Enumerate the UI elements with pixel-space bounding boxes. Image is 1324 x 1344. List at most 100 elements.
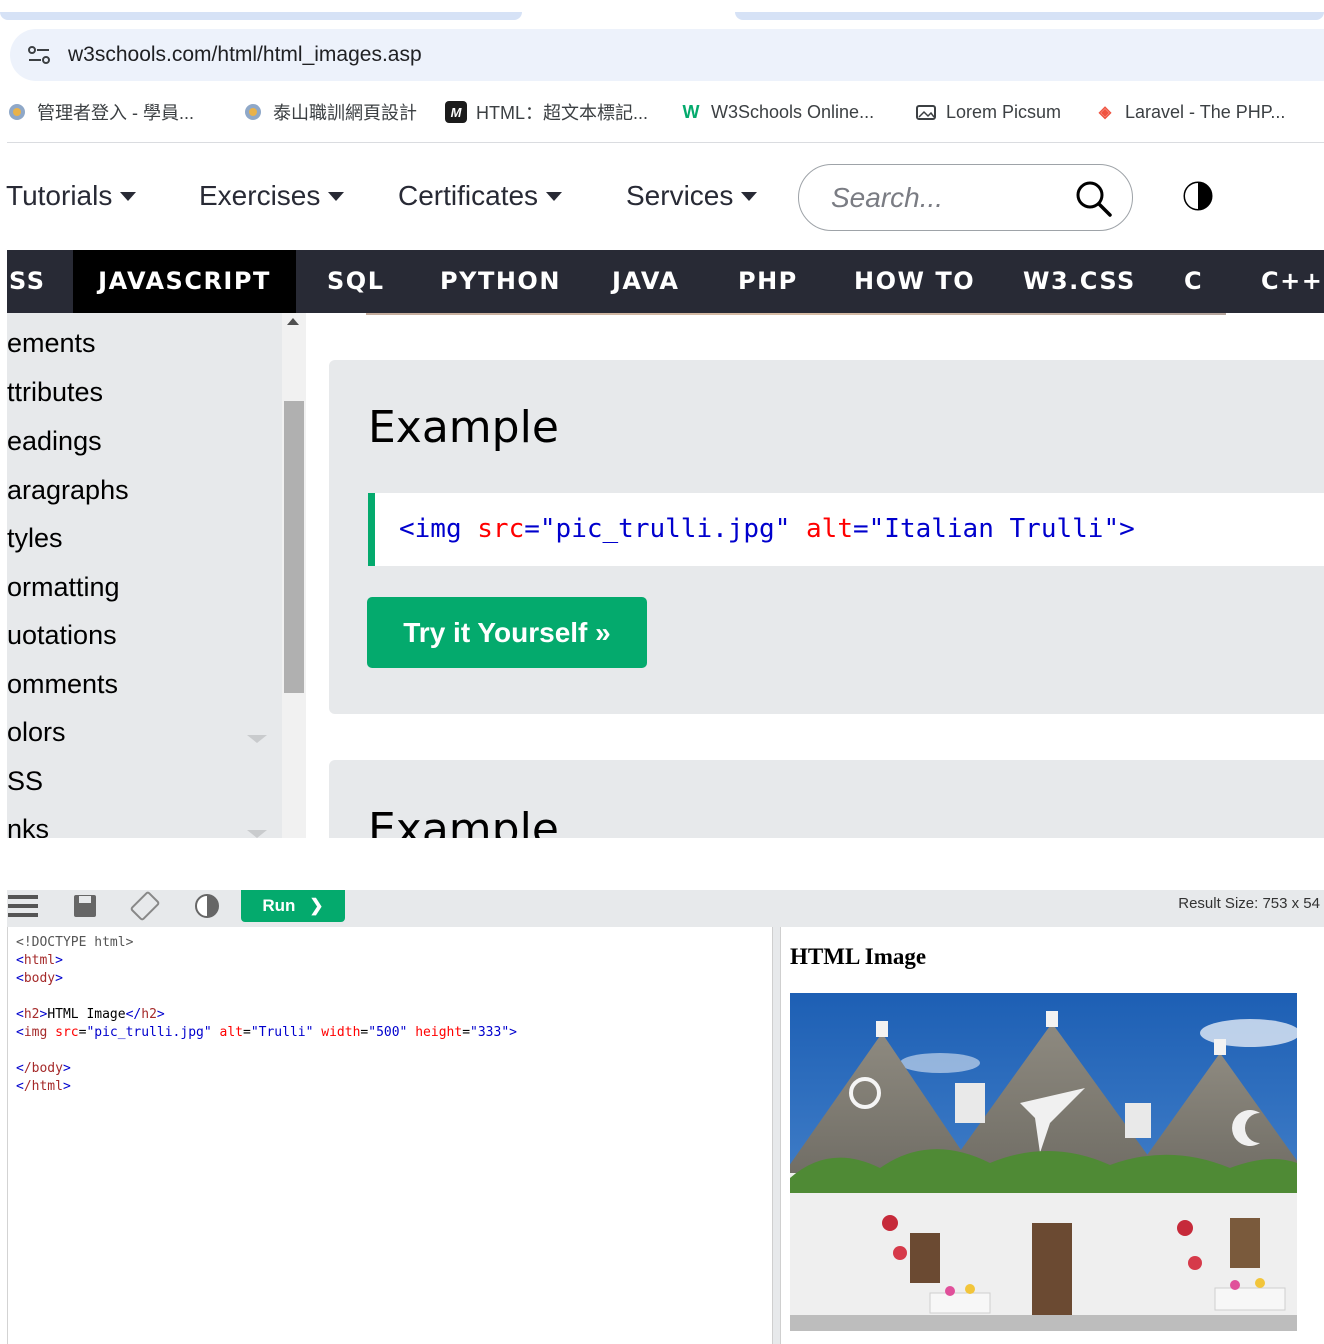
- sidebar-item[interactable]: ormatting: [7, 572, 120, 603]
- code-value: "pic_trulli.jpg": [539, 514, 791, 544]
- code-line: </html>: [16, 1079, 71, 1094]
- code-text: HTML Image: [47, 1007, 126, 1022]
- example-title: Example: [368, 804, 559, 838]
- code-tag: >: [1119, 514, 1135, 544]
- menu-label: Exercises: [199, 180, 321, 211]
- code-value: "333": [470, 1025, 510, 1040]
- lang-tab-sql[interactable]: SQL: [327, 250, 384, 313]
- chevron-right-icon: ❯: [309, 896, 324, 915]
- lang-tab-cpp[interactable]: C++: [1261, 250, 1323, 313]
- code-value: "Italian Trulli": [868, 514, 1120, 544]
- bookmark-item[interactable]: 管理者登入 - 學員...: [6, 99, 194, 125]
- code-tag: h2: [141, 1007, 157, 1022]
- code-attr: height: [415, 1025, 463, 1040]
- globe-icon: [6, 101, 28, 123]
- mdn-logo-icon: M: [445, 101, 467, 123]
- search-input[interactable]: [831, 181, 1071, 214]
- code-value: "500": [368, 1025, 408, 1040]
- sidebar-item[interactable]: ements: [7, 328, 96, 359]
- lang-tab-css[interactable]: SS: [7, 250, 46, 313]
- globe-icon: [242, 101, 264, 123]
- bookmark-label: HTML：超文本標記...: [476, 103, 649, 123]
- language-nav-bar: SS JAVASCRIPT SQL PYTHON JAVA PHP HOW TO…: [7, 250, 1324, 313]
- code-editor[interactable]: <!DOCTYPE html> <html> <body> <h2>HTML I…: [7, 927, 772, 1344]
- lang-tab-javascript[interactable]: JAVASCRIPT: [73, 250, 296, 313]
- example-box: Example: [329, 760, 1324, 838]
- editor-toolbar: [7, 890, 1324, 927]
- code-tag: body: [23, 971, 56, 986]
- bookmark-label: Laravel - The PHP...: [1125, 101, 1286, 122]
- sidebar-nav: ements ttributes eadings aragraphs tyles…: [7, 313, 282, 838]
- sidebar-item[interactable]: olors: [7, 717, 66, 748]
- picture-icon: [915, 101, 937, 123]
- sidebar-item[interactable]: SS: [7, 766, 43, 797]
- bookmark-item[interactable]: ◈ Laravel - The PHP...: [1094, 101, 1286, 123]
- bookmarks-bar: 管理者登入 - 學員... 泰山職訓網頁設計 M HTML：超文本標記... W…: [0, 92, 1324, 132]
- lang-tab-howto[interactable]: HOW TO: [854, 250, 975, 313]
- chevron-down-icon: [247, 830, 267, 838]
- sidebar-item[interactable]: nks: [7, 814, 49, 838]
- example-title: Example: [368, 402, 559, 453]
- contrast-toggle-icon[interactable]: [1182, 180, 1214, 212]
- sidebar-item[interactable]: aragraphs: [7, 475, 129, 506]
- run-button[interactable]: Run ❯: [241, 890, 345, 922]
- scroll-up-arrow-icon[interactable]: [287, 318, 299, 325]
- bookmark-label: 管理者登入 - 學員...: [37, 103, 194, 123]
- sidebar-item[interactable]: tyles: [7, 523, 63, 554]
- browser-tab[interactable]: [735, 12, 1324, 20]
- code-attr: alt: [219, 1025, 243, 1040]
- sidebar-item[interactable]: eadings: [7, 426, 102, 457]
- code-value: "pic_trulli.jpg": [86, 1025, 212, 1040]
- code-attr: src: [55, 1025, 79, 1040]
- bookmark-item[interactable]: W W3Schools Online...: [680, 101, 875, 123]
- laravel-logo-icon: ◈: [1098, 104, 1112, 121]
- code-line: <html>: [16, 953, 63, 968]
- lang-tab-c[interactable]: C: [1184, 250, 1203, 313]
- bookmark-item[interactable]: 泰山職訓網頁設計: [242, 99, 417, 125]
- menu-certificates[interactable]: Certificates: [398, 180, 563, 212]
- result-size: Result Size: 753 x 54: [1178, 895, 1320, 912]
- caret-down-icon: [741, 191, 758, 201]
- sidebar-scroll-thumb[interactable]: [284, 401, 304, 693]
- bookmark-item[interactable]: M HTML：超文本標記...: [445, 99, 648, 125]
- search-box: [798, 164, 1133, 231]
- sidebar-item[interactable]: ttributes: [7, 377, 103, 408]
- tab-strip: [0, 0, 1324, 22]
- site-settings-icon[interactable]: [24, 40, 54, 70]
- run-label: Run: [262, 896, 296, 915]
- contrast-toggle-icon[interactable]: [193, 890, 221, 922]
- code-attr: alt: [806, 514, 853, 544]
- menu-label: Services: [626, 180, 734, 211]
- lang-tab-w3css[interactable]: W3.CSS: [1023, 250, 1136, 313]
- code-tag: /body: [23, 1061, 63, 1076]
- code-value: "Trulli": [250, 1025, 314, 1040]
- menu-exercises[interactable]: Exercises: [199, 180, 345, 212]
- menu-tutorials[interactable]: Tutorials: [6, 180, 137, 212]
- code-tag: html: [23, 953, 56, 968]
- lang-tab-php[interactable]: PHP: [738, 250, 798, 313]
- code-line: </body>: [16, 1061, 71, 1076]
- search-icon[interactable]: [1074, 179, 1114, 219]
- code-attr: width: [321, 1025, 361, 1040]
- lang-tab-java[interactable]: JAVA: [612, 250, 679, 313]
- sidebar-item[interactable]: omments: [7, 669, 118, 700]
- sidebar-item[interactable]: uotations: [7, 620, 117, 651]
- menu-icon[interactable]: [7, 890, 39, 922]
- address-bar[interactable]: w3schools.com/html/html_images.asp: [10, 29, 1324, 81]
- browser-tab[interactable]: [0, 12, 522, 20]
- menu-services[interactable]: Services: [626, 180, 758, 212]
- rotate-layout-icon[interactable]: [129, 890, 161, 922]
- example-box: Example <img src="pic_trulli.jpg" alt="I…: [329, 360, 1324, 714]
- save-icon[interactable]: [72, 890, 98, 922]
- code-line: <img src="pic_trulli.jpg" alt="Trulli" w…: [16, 1025, 517, 1040]
- pane-splitter[interactable]: [772, 927, 781, 1344]
- lang-tab-python[interactable]: PYTHON: [440, 250, 561, 313]
- code-tag: <img: [399, 514, 462, 544]
- menu-label: Certificates: [398, 180, 539, 211]
- url-text[interactable]: w3schools.com/html/html_images.asp: [68, 43, 422, 67]
- try-it-yourself-button[interactable]: Try it Yourself »: [367, 597, 647, 668]
- code-doctype: <!DOCTYPE html>: [16, 935, 134, 950]
- main-content: Example <img src="pic_trulli.jpg" alt="I…: [306, 313, 1324, 838]
- bookmark-item[interactable]: Lorem Picsum: [915, 101, 1061, 123]
